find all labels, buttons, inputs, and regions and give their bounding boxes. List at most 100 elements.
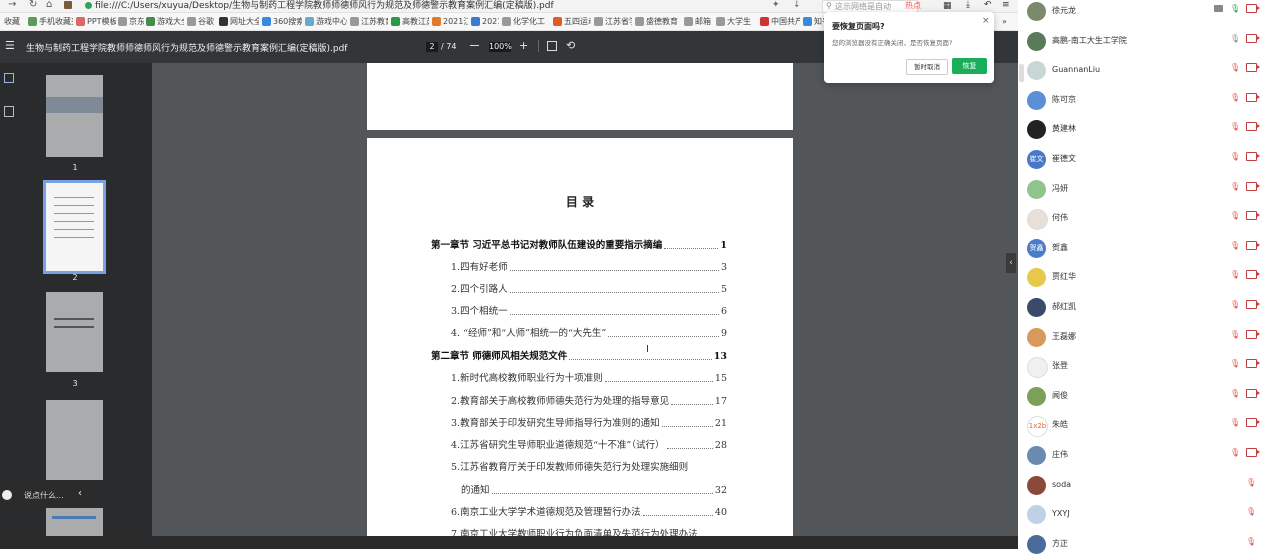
- toc-entry[interactable]: 6.南京工业大学学术道德规范及管理暂行办法 40: [451, 506, 727, 519]
- participant-row[interactable]: 冯妍 🎙: [1018, 175, 1268, 204]
- camera-off-icon[interactable]: [1246, 92, 1260, 102]
- hot-news-badge[interactable]: 热点: [905, 0, 931, 11]
- screen-share-icon[interactable]: [1214, 5, 1223, 12]
- camera-off-icon[interactable]: [1246, 448, 1260, 457]
- rotate-icon[interactable]: ⟲: [566, 40, 575, 52]
- home-icon[interactable]: ⌂: [46, 0, 52, 10]
- bookmark-item[interactable]: 游戏大全: [146, 16, 184, 27]
- toc-entry[interactable]: 的通知 32: [461, 484, 727, 497]
- bookmark-item[interactable]: 谷歌: [187, 16, 215, 27]
- page-thumbnail[interactable]: [46, 508, 103, 536]
- restore-button[interactable]: 恢复: [952, 58, 987, 74]
- bookmark-item[interactable]: 江苏教育: [350, 16, 388, 27]
- chat-input[interactable]: 说点什么...: [24, 490, 64, 501]
- bookmark-item[interactable]: 2021江苏: [432, 16, 468, 27]
- outline-view-icon[interactable]: [4, 106, 14, 117]
- thumbnails-view-icon[interactable]: [4, 73, 14, 83]
- mic-muted-icon[interactable]: 🎙: [1230, 152, 1240, 161]
- participant-row[interactable]: soda 🎙: [1018, 471, 1268, 500]
- mic-muted-icon[interactable]: 🎙: [1230, 300, 1240, 309]
- hamburger-menu-icon[interactable]: ☰: [5, 40, 15, 52]
- bookmark-item[interactable]: 2021年: [471, 16, 499, 27]
- participant-row[interactable]: 崔文 崔德文 🎙: [1018, 145, 1268, 174]
- bookmark-item[interactable]: 手机收藏夹: [28, 16, 73, 27]
- bookmark-item[interactable]: 邮箱: [684, 16, 712, 27]
- bag-icon[interactable]: [64, 1, 72, 9]
- mic-muted-icon[interactable]: 🎙: [1246, 478, 1256, 487]
- mic-on-icon[interactable]: 🎙: [1230, 4, 1240, 13]
- bookmark-item[interactable]: 360搜索: [262, 16, 302, 27]
- mic-muted-icon[interactable]: 🎙: [1230, 330, 1240, 339]
- camera-off-icon[interactable]: [1246, 388, 1260, 398]
- toc-entry[interactable]: 4. “经师”和“人师”相统一的“大先生” 9: [451, 327, 727, 340]
- participant-row[interactable]: 陈可京 🎙: [1018, 86, 1268, 115]
- bookmark-item[interactable]: 游戏中心: [305, 16, 347, 27]
- bookmark-item[interactable]: 中国共产: [760, 16, 800, 27]
- emoji-icon[interactable]: [2, 490, 12, 500]
- camera-off-icon[interactable]: [1246, 181, 1260, 191]
- camera-off-icon[interactable]: [1246, 240, 1260, 250]
- participant-row[interactable]: 高鹏-南工大生工学院 🎙: [1018, 27, 1268, 56]
- chat-input-bar[interactable]: 说点什么... ‹: [0, 484, 92, 508]
- mic-muted-icon[interactable]: 🎙: [1230, 359, 1240, 368]
- participant-row[interactable]: YXYJ 🎙: [1018, 500, 1268, 529]
- camera-off-icon[interactable]: [1246, 63, 1260, 73]
- fit-page-icon[interactable]: [547, 41, 557, 51]
- camera-off-icon[interactable]: [1246, 4, 1260, 13]
- zoom-in-icon[interactable]: +: [519, 40, 528, 52]
- participant-row[interactable]: 闻俊 🎙: [1018, 382, 1268, 411]
- mic-muted-icon[interactable]: 🎙: [1230, 63, 1240, 72]
- participant-row[interactable]: 郝红凯 🎙: [1018, 293, 1268, 322]
- mic-muted-icon[interactable]: 🎙: [1230, 418, 1240, 427]
- camera-off-icon[interactable]: [1246, 211, 1260, 221]
- bookmark-item[interactable]: 京东: [118, 16, 144, 27]
- zoom-input[interactable]: 100%: [489, 42, 512, 52]
- bookmark-item[interactable]: 大学生: [716, 16, 756, 27]
- toc-entry[interactable]: 第一章节 习近平总书记对教师队伍建设的重要指示摘编 1: [431, 239, 727, 252]
- participant-row[interactable]: 方正 🎙: [1018, 530, 1268, 559]
- mic-on-icon[interactable]: 🎙: [1230, 34, 1240, 43]
- participant-row[interactable]: 贺鑫 贺鑫 🎙: [1018, 234, 1268, 263]
- bookmark-item[interactable]: PPT模板: [76, 16, 116, 27]
- participant-row[interactable]: 张登 🎙: [1018, 352, 1268, 381]
- apps-grid-icon[interactable]: ▦: [943, 1, 952, 11]
- bookmark-item[interactable]: 知乎: [803, 16, 825, 27]
- bookmark-item[interactable]: 网址大全: [219, 16, 259, 27]
- cancel-button[interactable]: 暂时取消: [906, 59, 948, 75]
- mic-muted-icon[interactable]: 🎙: [1230, 241, 1240, 250]
- forward-arrow-icon[interactable]: →: [8, 0, 16, 10]
- camera-off-icon[interactable]: [1246, 152, 1260, 161]
- mic-muted-icon[interactable]: 🎙: [1230, 122, 1240, 131]
- camera-off-icon[interactable]: [1246, 270, 1260, 280]
- mic-muted-icon[interactable]: 🎙: [1230, 93, 1240, 102]
- mic-muted-icon[interactable]: 🎙: [1230, 448, 1240, 457]
- bookmark-item[interactable]: 五四运动: [553, 16, 591, 27]
- mic-muted-icon[interactable]: 🎙: [1246, 537, 1256, 546]
- side-panel-toggle-icon[interactable]: ‹: [1006, 253, 1016, 273]
- camera-off-icon[interactable]: [1246, 122, 1260, 132]
- mic-muted-icon[interactable]: 🎙: [1230, 389, 1240, 398]
- page-thumbnail[interactable]: [46, 75, 103, 157]
- bookmark-item[interactable]: 化学化工: [502, 16, 550, 27]
- camera-off-icon[interactable]: [1246, 300, 1260, 309]
- page-number-input[interactable]: 2: [426, 42, 438, 52]
- participant-row[interactable]: 徐元龙 🎙: [1018, 0, 1268, 26]
- zoom-out-icon[interactable]: [470, 45, 479, 46]
- toc-entry[interactable]: 4.江苏省研究生导师职业道德规范“十不准”（试行） 28: [451, 439, 727, 452]
- camera-off-icon[interactable]: [1246, 418, 1260, 428]
- bookmark-item[interactable]: 江苏省学: [594, 16, 632, 27]
- toc-entry[interactable]: 3.教育部关于印发研究生导师指导行为准则的通知 21: [451, 417, 727, 430]
- toc-entry[interactable]: 1.新时代高校教师职业行为十项准则 15: [451, 372, 727, 385]
- toc-entry[interactable]: 5.江苏省教育厅关于印发教师师德失范行为处理实施细则: [451, 461, 727, 474]
- participant-row[interactable]: 贾红华 🎙: [1018, 263, 1268, 292]
- camera-off-icon[interactable]: [1246, 33, 1260, 43]
- more-bookmarks-icon[interactable]: »: [1002, 16, 1007, 27]
- collapse-chevron-icon[interactable]: ‹: [78, 488, 82, 499]
- mic-muted-icon[interactable]: 🎙: [1230, 182, 1240, 191]
- participant-row[interactable]: 庄伟 🎙: [1018, 441, 1268, 470]
- toc-entry[interactable]: 第二章节 师德师风相关规范文件 13: [431, 350, 727, 363]
- bookmark-item[interactable]: 盛德教育: [635, 16, 681, 27]
- camera-off-icon[interactable]: [1246, 359, 1260, 369]
- bookmark-item[interactable]: 高教江苏: [391, 16, 429, 27]
- close-icon[interactable]: ×: [982, 16, 990, 26]
